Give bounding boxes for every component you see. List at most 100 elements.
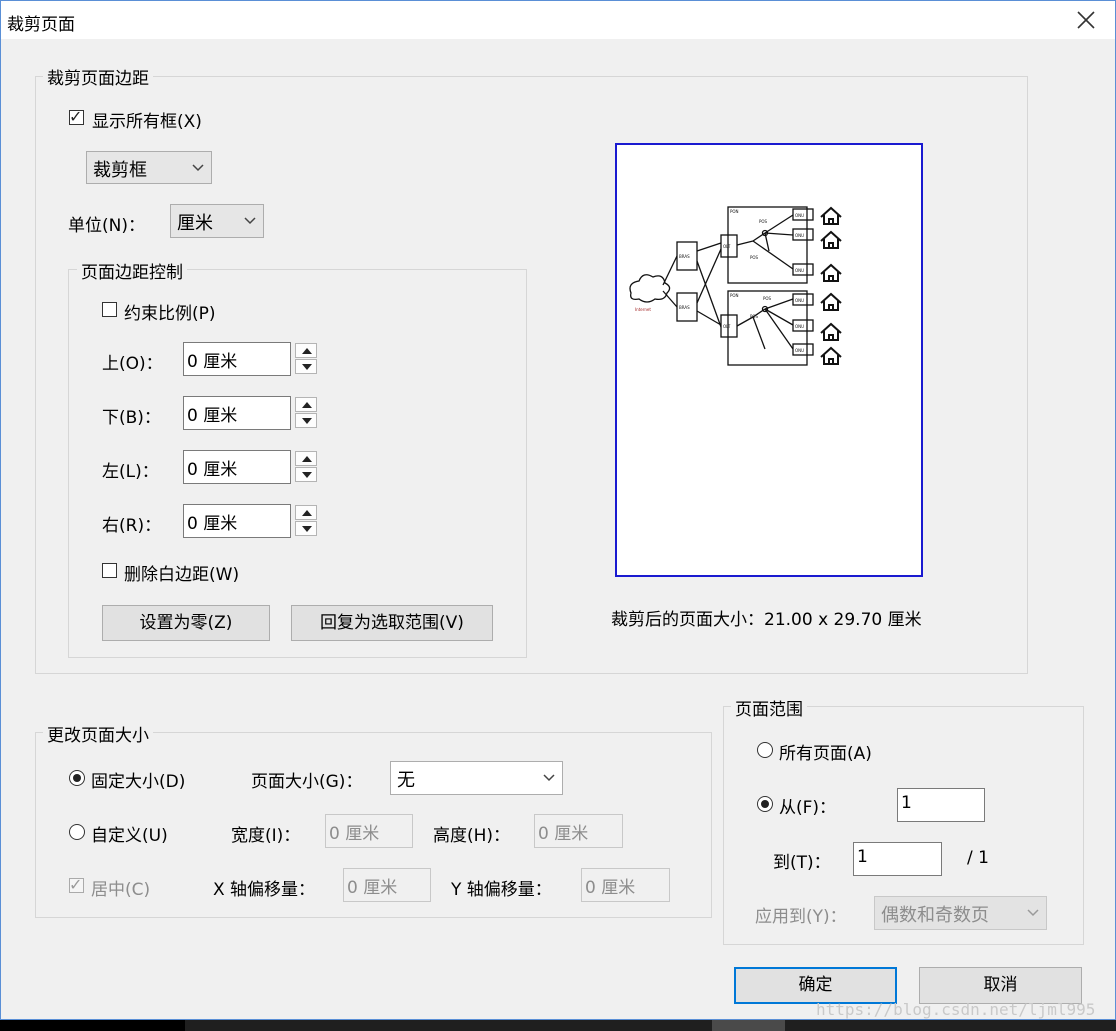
onu-label-2: ONU xyxy=(795,233,804,238)
unit-select[interactable]: 厘米 xyxy=(170,204,264,238)
pos-label-3: POS xyxy=(763,296,772,301)
unit-label: 单位(N)： xyxy=(68,216,145,236)
triangle-down-icon xyxy=(302,418,312,424)
custom-size-radio[interactable] xyxy=(69,824,85,840)
center-label[interactable]: 居中(C) xyxy=(91,875,150,900)
left-margin-label: 左(L)： xyxy=(102,462,159,482)
triangle-up-icon xyxy=(302,402,312,408)
triangle-up-icon xyxy=(302,348,312,354)
apply-to-select[interactable]: 偶数和奇数页 xyxy=(874,896,1047,930)
remove-white-margins-checkbox[interactable] xyxy=(102,563,117,578)
constrain-proportions-checkbox[interactable] xyxy=(102,302,117,317)
all-pages-radio[interactable] xyxy=(757,742,773,758)
show-all-boxes-label[interactable]: 显示所有框(X) xyxy=(92,107,202,132)
checkmark-icon: ✓ xyxy=(69,875,83,894)
remove-white-margins-label[interactable]: 删除白边距(W) xyxy=(124,560,239,585)
box-type-value: 裁剪框 xyxy=(93,160,147,181)
margin-control-legend: 页面边距控制 xyxy=(77,258,187,283)
page-size-value: 无 xyxy=(397,770,415,791)
fixed-size-label[interactable]: 固定大小(D) xyxy=(91,767,185,792)
box-type-select[interactable]: 裁剪框 xyxy=(86,151,212,184)
pos-label-2: POS xyxy=(750,255,759,260)
constrain-proportions-label[interactable]: 约束比例(P) xyxy=(124,299,216,324)
fixed-size-radio[interactable] xyxy=(69,770,85,786)
ok-button[interactable]: 确定 xyxy=(734,967,897,1004)
crop-margins-legend: 裁剪页面边距 xyxy=(43,64,153,89)
taskbar xyxy=(185,1020,1116,1031)
show-all-boxes-checkbox[interactable]: ✓ xyxy=(69,107,84,126)
dialog-title: 裁剪页面 xyxy=(7,15,75,35)
page-size-label: 页面大小(G)： xyxy=(251,772,363,792)
spin-down-button[interactable] xyxy=(295,413,317,428)
change-page-size-legend: 更改页面大小 xyxy=(43,721,153,746)
watermark-text: https://blog.csdn.net/ljml995 xyxy=(816,1000,1096,1019)
bottom-margin-label: 下(B)： xyxy=(102,408,161,428)
all-pages-label[interactable]: 所有页面(A) xyxy=(779,739,872,764)
width-label: 宽度(I)： xyxy=(231,826,301,846)
cropped-page-size-text: 裁剪后的页面大小：21.00 x 29.70 厘米 xyxy=(611,610,922,630)
bottom-margin-input[interactable]: 0 厘米 xyxy=(183,396,291,430)
apply-to-label: 应用到(Y)： xyxy=(755,907,847,927)
pos-label-1: POS xyxy=(759,219,768,224)
right-margin-input[interactable]: 0 厘米 xyxy=(183,504,291,538)
apply-to-value: 偶数和奇数页 xyxy=(881,905,989,926)
spin-up-button[interactable] xyxy=(295,451,317,466)
cancel-button[interactable]: 取消 xyxy=(919,967,1082,1004)
y-offset-value: 0 厘米 xyxy=(585,878,636,898)
spin-up-button[interactable] xyxy=(295,505,317,520)
onu-label-4: ONU xyxy=(795,298,804,303)
to-page-input[interactable]: 1 xyxy=(853,842,942,876)
to-page-value: 1 xyxy=(857,847,868,867)
chevron-down-icon xyxy=(192,163,204,171)
x-offset-label: X 轴偏移量： xyxy=(213,880,316,900)
spin-down-button[interactable] xyxy=(295,359,317,374)
left-margin-input[interactable]: 0 厘米 xyxy=(183,450,291,484)
width-input[interactable]: 0 厘米 xyxy=(325,814,413,848)
height-label: 高度(H)： xyxy=(433,826,511,846)
cancel-label: 取消 xyxy=(983,975,1018,995)
title-bar: 裁剪页面 xyxy=(1,1,1115,39)
triangle-down-icon xyxy=(302,472,312,478)
from-page-radio[interactable] xyxy=(757,796,773,812)
onu-label-1: ONU xyxy=(795,213,804,218)
set-to-zero-button[interactable]: 设置为零(Z) xyxy=(102,605,270,641)
crop-pages-dialog: 裁剪页面 裁剪页面边距 ✓ 显示所有框(X) 裁剪框 单位(N)： 厘米 页面边… xyxy=(0,0,1116,1020)
set-to-zero-label: 设置为零(Z) xyxy=(139,613,233,633)
left-margin-spinner[interactable] xyxy=(295,451,317,483)
spin-up-button[interactable] xyxy=(295,343,317,358)
spin-up-button[interactable] xyxy=(295,397,317,412)
chevron-down-icon xyxy=(244,217,256,225)
y-offset-input[interactable]: 0 厘米 xyxy=(581,868,670,902)
page-size-select[interactable]: 无 xyxy=(390,761,563,795)
revert-to-selection-label: 回复为选取范围(V) xyxy=(320,613,464,633)
triangle-up-icon xyxy=(302,456,312,462)
close-button[interactable] xyxy=(1071,5,1101,35)
top-margin-input[interactable]: 0 厘米 xyxy=(183,342,291,376)
height-input[interactable]: 0 厘米 xyxy=(534,814,623,848)
bras-label-2: BRAS xyxy=(679,305,690,310)
bottom-margin-spinner[interactable] xyxy=(295,397,317,429)
right-margin-value: 0 厘米 xyxy=(187,514,238,534)
revert-to-selection-button[interactable]: 回复为选取范围(V) xyxy=(291,605,493,641)
page-range-legend: 页面范围 xyxy=(731,695,807,720)
bras-label-1: BRAS xyxy=(679,254,690,259)
page-preview: BRAS BRAS OLT OLT PON PON POS POS POS PO… xyxy=(615,143,923,577)
spin-down-button[interactable] xyxy=(295,467,317,482)
left-margin-value: 0 厘米 xyxy=(187,460,238,480)
taskbar-item xyxy=(712,1020,785,1031)
triangle-down-icon xyxy=(302,364,312,370)
triangle-down-icon xyxy=(302,526,312,532)
top-margin-value: 0 厘米 xyxy=(187,352,238,372)
x-offset-input[interactable]: 0 厘米 xyxy=(343,868,431,902)
from-page-label[interactable]: 从(F)： xyxy=(779,793,836,818)
triangle-up-icon xyxy=(302,510,312,516)
top-margin-spinner[interactable] xyxy=(295,343,317,375)
pon-label-1: PON xyxy=(730,209,739,214)
center-checkbox[interactable]: ✓ xyxy=(69,875,84,894)
page-total: / 1 xyxy=(967,848,989,868)
custom-size-label[interactable]: 自定义(U) xyxy=(91,821,168,846)
right-margin-spinner[interactable] xyxy=(295,505,317,537)
onu-label-3: ONU xyxy=(795,268,804,273)
spin-down-button[interactable] xyxy=(295,521,317,536)
from-page-input[interactable]: 1 xyxy=(897,788,985,822)
